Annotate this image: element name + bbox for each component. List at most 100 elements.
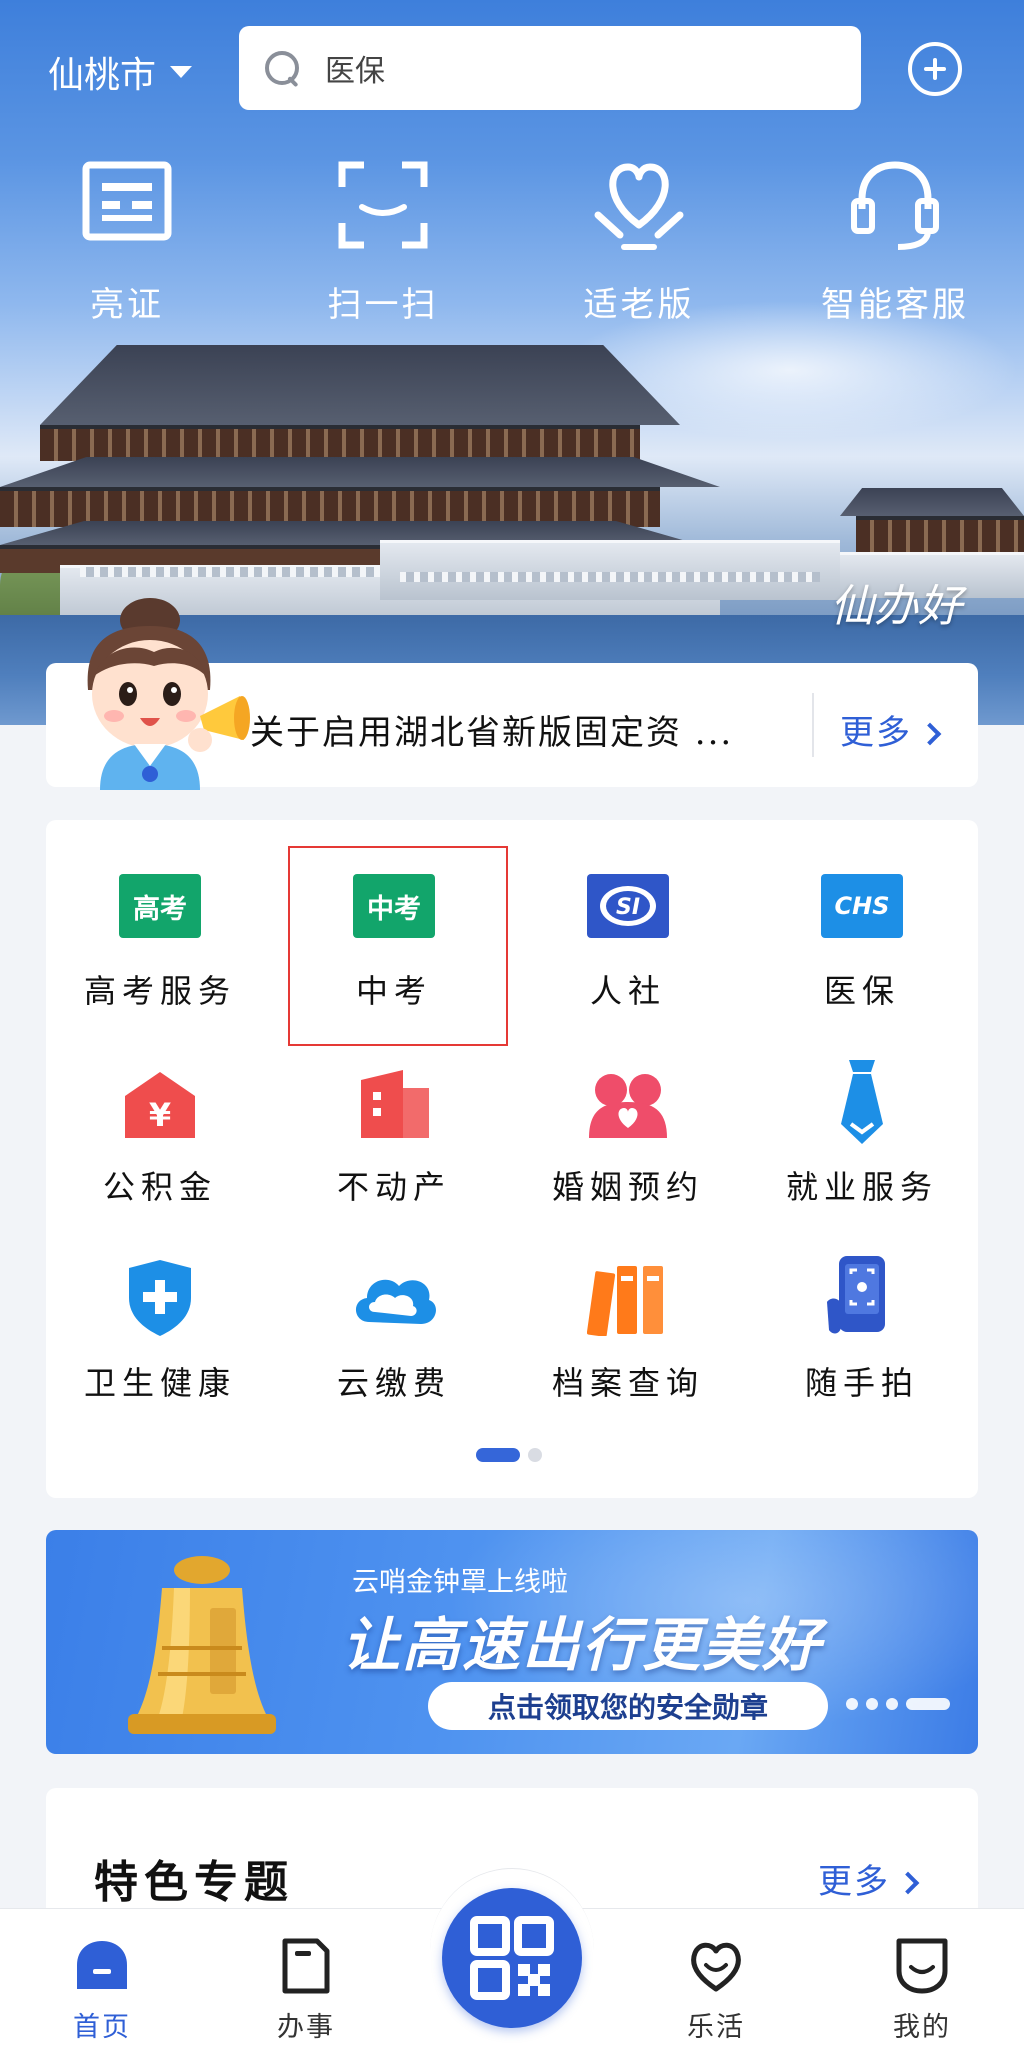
mascot-avatar bbox=[64, 590, 254, 790]
services-grid: 高考 高考服务 中考 中考 SI 人社 CHS 医保 ¥ 公积金 不动产 婚姻预… bbox=[46, 820, 978, 1498]
house-yuan-icon: ¥ bbox=[119, 1070, 201, 1138]
page-indicator bbox=[476, 1448, 542, 1462]
social-security-icon: SI bbox=[587, 874, 669, 942]
city-selector[interactable]: 仙桃市 bbox=[48, 44, 193, 100]
banner-title: 让高速出行更美好 bbox=[342, 1611, 823, 1679]
featured-title: 特色专题 bbox=[94, 1857, 294, 1908]
social-security-badge: SI bbox=[587, 874, 669, 938]
service-housing-fund[interactable]: ¥ 公积金 bbox=[60, 1070, 260, 1240]
service-label: 中考 bbox=[355, 972, 432, 1010]
nav-profile[interactable]: 我的 bbox=[862, 1937, 982, 2044]
service-label: 卫生健康 bbox=[83, 1364, 236, 1402]
banner-dot bbox=[846, 1698, 858, 1710]
service-medical-insurance[interactable]: CHS 医保 bbox=[762, 874, 962, 1044]
document-icon bbox=[277, 1937, 335, 1995]
building-icon bbox=[353, 1070, 435, 1138]
featured-more-label: 更多 bbox=[818, 1862, 890, 1902]
nav-label: 首页 bbox=[73, 2012, 131, 2043]
quick-action-scan[interactable]: 扫一扫 bbox=[288, 155, 478, 326]
service-marriage[interactable]: 婚姻预约 bbox=[528, 1070, 728, 1240]
service-gaokao[interactable]: 高考 高考服务 bbox=[60, 874, 260, 1044]
service-health[interactable]: 卫生健康 bbox=[60, 1260, 260, 1436]
notice-more-link[interactable]: 更多 bbox=[840, 705, 942, 754]
chevron-right-icon bbox=[896, 1871, 920, 1895]
qr-code-button[interactable] bbox=[442, 1888, 582, 2028]
nav-label: 办事 bbox=[277, 2012, 335, 2043]
quick-action-elder-mode[interactable]: 适老版 bbox=[544, 155, 734, 326]
notice-divider bbox=[812, 693, 814, 757]
quick-action-show-id[interactable]: 亮证 bbox=[32, 155, 222, 326]
banner-dot bbox=[866, 1698, 878, 1710]
quick-action-support[interactable]: 智能客服 bbox=[800, 155, 990, 326]
page-dot bbox=[528, 1448, 542, 1462]
service-label: 人社 bbox=[589, 972, 666, 1010]
featured-more-link[interactable]: 更多 bbox=[818, 1854, 920, 1903]
hero-railing bbox=[400, 572, 820, 582]
id-card-icon bbox=[72, 155, 182, 255]
zhongkao-badge: 中考 bbox=[353, 874, 435, 938]
home-icon bbox=[73, 1937, 131, 1995]
banner-subtitle: 云哨金钟罩上线啦 bbox=[352, 1567, 568, 1598]
couple-heart-icon bbox=[587, 1070, 669, 1138]
search-placeholder: 医保 bbox=[325, 54, 385, 89]
nav-label: 乐活 bbox=[687, 2012, 745, 2043]
gaokao-badge: 高考 bbox=[119, 874, 201, 938]
quick-action-label: 亮证 bbox=[90, 285, 164, 325]
page-dot-active bbox=[476, 1448, 520, 1462]
service-zhongkao[interactable]: 中考 中考 bbox=[294, 874, 494, 1044]
quick-action-label: 适老版 bbox=[583, 285, 695, 325]
service-label: 就业服务 bbox=[785, 1168, 938, 1206]
promo-banner[interactable]: 云哨金钟罩上线啦 让高速出行更美好 点击领取您的安全勋章 bbox=[46, 1530, 978, 1754]
service-employment[interactable]: 就业服务 bbox=[762, 1060, 962, 1240]
notice-text[interactable]: 关于启用湖北省新版固定资 ... bbox=[250, 705, 733, 754]
nav-label: 我的 bbox=[893, 2012, 951, 2043]
si-badge-text: SI bbox=[616, 895, 640, 920]
medical-shield-icon bbox=[119, 1260, 201, 1336]
service-cloud-payment[interactable]: 云缴费 bbox=[294, 1266, 494, 1436]
chs-badge: CHS bbox=[821, 874, 903, 938]
heart-smile-icon bbox=[687, 1937, 745, 1995]
headset-icon bbox=[840, 155, 950, 255]
service-label: 云缴费 bbox=[336, 1364, 451, 1402]
add-button[interactable] bbox=[908, 42, 962, 96]
service-label: 不动产 bbox=[336, 1168, 451, 1206]
chevron-down-icon bbox=[170, 66, 193, 78]
phone-camera-icon bbox=[821, 1256, 903, 1334]
chevron-right-icon bbox=[918, 722, 942, 746]
service-label: 公积金 bbox=[102, 1168, 217, 1206]
claim-medal-button[interactable]: 点击领取您的安全勋章 bbox=[428, 1682, 828, 1730]
hero-slogan: 仙办好 bbox=[830, 581, 962, 632]
search-input[interactable]: 医保 bbox=[239, 26, 861, 110]
nav-services[interactable]: 办事 bbox=[246, 1937, 366, 2044]
svg-text:¥: ¥ bbox=[149, 1096, 171, 1134]
profile-face-icon bbox=[893, 1937, 951, 1995]
nav-life[interactable]: 乐活 bbox=[656, 1937, 776, 2044]
notice-more-label: 更多 bbox=[840, 713, 912, 753]
service-real-estate[interactable]: 不动产 bbox=[294, 1070, 494, 1240]
zhongkao-badge-icon: 中考 bbox=[353, 874, 435, 942]
hero-terrace bbox=[380, 540, 840, 600]
service-label: 高考服务 bbox=[83, 972, 236, 1010]
chs-badge-icon: CHS bbox=[821, 874, 903, 942]
service-label: 档案查询 bbox=[551, 1364, 704, 1402]
gaokao-badge-icon: 高考 bbox=[119, 874, 201, 942]
scan-icon bbox=[328, 155, 438, 255]
quick-action-label: 智能客服 bbox=[821, 285, 969, 325]
service-label: 随手拍 bbox=[804, 1364, 919, 1402]
tie-icon bbox=[821, 1060, 903, 1144]
cloud-icon bbox=[353, 1266, 436, 1334]
service-label: 医保 bbox=[823, 972, 900, 1010]
service-archive-query[interactable]: 档案查询 bbox=[528, 1266, 728, 1436]
service-snapshot[interactable]: 随手拍 bbox=[762, 1256, 962, 1436]
elder-heart-icon bbox=[584, 155, 694, 255]
service-label: 婚姻预约 bbox=[551, 1168, 704, 1206]
banner-dot-active bbox=[906, 1698, 950, 1710]
quick-action-label: 扫一扫 bbox=[327, 285, 439, 325]
golden-bell-image bbox=[102, 1548, 302, 1752]
banner-dot bbox=[886, 1698, 898, 1710]
nav-home[interactable]: 首页 bbox=[42, 1937, 162, 2044]
banner-page-indicator bbox=[846, 1698, 950, 1710]
search-icon bbox=[263, 49, 301, 87]
service-social-security[interactable]: SI 人社 bbox=[528, 874, 728, 1044]
city-name: 仙桃市 bbox=[48, 55, 157, 96]
